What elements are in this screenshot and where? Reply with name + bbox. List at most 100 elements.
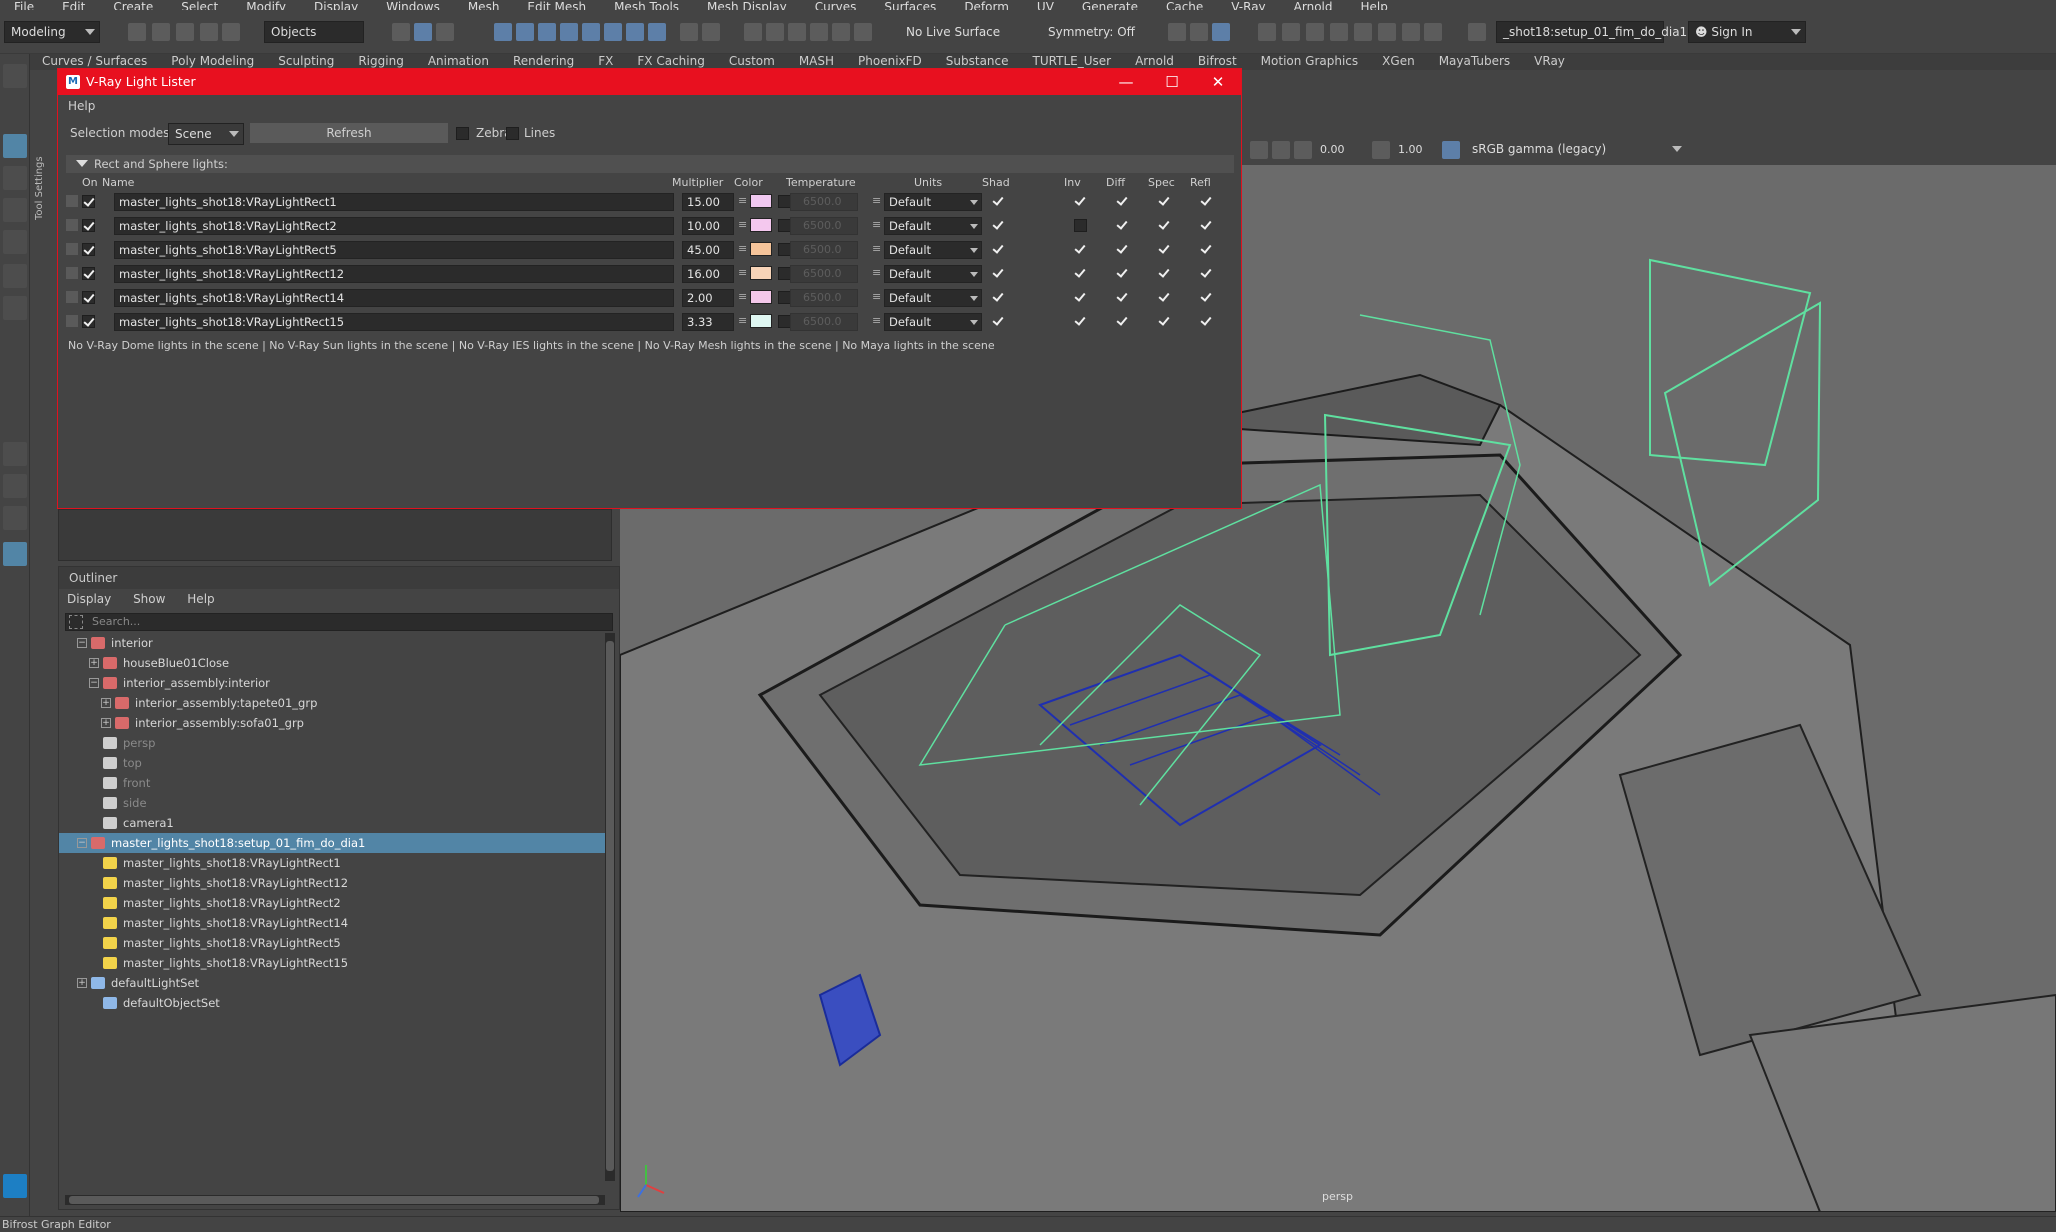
undo-icon[interactable] <box>200 23 218 41</box>
shelf-tab[interactable]: Custom <box>717 54 787 68</box>
refresh-button[interactable]: Refresh <box>250 123 448 143</box>
diffuse-checkbox[interactable] <box>1116 291 1129 304</box>
light-name-field[interactable]: master_lights_shot18:VRayLightRect14 <box>114 289 674 307</box>
shelf-tab[interactable]: Animation <box>416 54 501 68</box>
expand-toggle-icon[interactable]: − <box>77 838 87 848</box>
select-tool-icon[interactable] <box>3 134 27 158</box>
minimize-icon[interactable]: — <box>1103 69 1149 95</box>
menu-item[interactable]: Create <box>99 0 167 10</box>
outliner-vertical-scrollbar[interactable] <box>605 633 615 1181</box>
workspace-icon[interactable] <box>1468 23 1486 41</box>
menu-item[interactable]: Surfaces <box>870 0 950 10</box>
light-on-checkbox[interactable] <box>82 219 95 232</box>
objects-dropdown[interactable]: Objects <box>264 21 364 43</box>
diffuse-checkbox[interactable] <box>1116 195 1129 208</box>
shelf-tab[interactable]: Motion Graphics <box>1249 54 1371 68</box>
two-view-layout-icon[interactable] <box>3 506 27 530</box>
shelf-tab[interactable]: Curves / Surfaces <box>30 54 159 68</box>
diffuse-checkbox[interactable] <box>1116 219 1129 232</box>
light-multiplier-field[interactable]: 15.00 <box>682 193 734 211</box>
shelf-tab[interactable]: Sculpting <box>266 54 346 68</box>
expand-toggle-icon[interactable]: + <box>101 698 111 708</box>
outliner-item[interactable]: + houseBlue01Close <box>59 653 605 673</box>
menu-item[interactable]: Edit <box>48 0 99 10</box>
snap-projected-icon[interactable] <box>560 23 578 41</box>
menu-item[interactable]: Arnold <box>1280 0 1347 10</box>
symmetry-label[interactable]: Symmetry: Off <box>1048 25 1135 39</box>
light-color-swatch[interactable] <box>750 290 772 304</box>
shadow-checkbox[interactable] <box>992 219 1005 232</box>
outliner-item[interactable]: − master_lights_shot18:setup_01_fim_do_di… <box>59 833 605 853</box>
select-component-icon[interactable] <box>436 23 454 41</box>
menu-item[interactable]: Help <box>1347 0 1402 10</box>
outliner-menu-show[interactable]: Show <box>133 592 165 606</box>
outliner-item[interactable]: persp <box>59 733 605 753</box>
sidebar-toggle-icon[interactable] <box>1168 23 1186 41</box>
lister-menu-help[interactable]: Help <box>68 99 95 113</box>
outliner-search-input[interactable]: Search... <box>65 613 613 631</box>
bottom-status-bar[interactable]: Bifrost Graph Editor <box>0 1216 2056 1232</box>
invisible-checkbox[interactable] <box>1074 291 1087 304</box>
render-current-icon[interactable] <box>1282 23 1300 41</box>
light-temperature-field[interactable]: 6500.0 <box>790 313 858 331</box>
new-scene-icon[interactable] <box>128 23 146 41</box>
snap-plane-icon[interactable] <box>626 23 644 41</box>
light-temperature-field[interactable]: 6500.0 <box>790 193 858 211</box>
outliner-item[interactable]: + defaultLightSet <box>59 973 605 993</box>
reflection-checkbox[interactable] <box>1200 195 1213 208</box>
shelf-tab[interactable]: MayaTubers <box>1427 54 1522 68</box>
light-name-field[interactable]: master_lights_shot18:VRayLightRect2 <box>114 217 674 235</box>
pause-icon[interactable] <box>1424 23 1442 41</box>
light-on-checkbox[interactable] <box>82 291 95 304</box>
render-settings-icon[interactable] <box>854 23 872 41</box>
menu-item[interactable]: Edit Mesh <box>513 0 600 10</box>
shelf-tab[interactable]: PhoenixFD <box>846 54 934 68</box>
shelf-tab[interactable]: TURTLE_User <box>1021 54 1124 68</box>
light-temperature-field[interactable]: 6500.0 <box>790 217 858 235</box>
snap-surface-icon[interactable] <box>604 23 622 41</box>
tool-settings-icon[interactable] <box>1212 23 1230 41</box>
light-multiplier-field[interactable]: 16.00 <box>682 265 734 283</box>
construction-history-icon[interactable] <box>788 23 806 41</box>
outliner-item[interactable]: + interior_assembly:tapete01_grp <box>59 693 605 713</box>
menu-item[interactable]: Curves <box>801 0 871 10</box>
outliner-horizontal-scrollbar[interactable] <box>65 1195 605 1205</box>
hypershade-icon[interactable] <box>1330 23 1348 41</box>
tool-settings-label[interactable]: Tool Settings <box>34 130 48 220</box>
diffuse-checkbox[interactable] <box>1116 315 1129 328</box>
light-temperature-field[interactable]: 6500.0 <box>790 265 858 283</box>
shadow-checkbox[interactable] <box>992 243 1005 256</box>
outliner-light-item[interactable]: master_lights_shot18:VRayLightRect15 <box>59 953 605 973</box>
expand-toggle-icon[interactable]: − <box>89 678 99 688</box>
menu-item[interactable]: Generate <box>1068 0 1152 10</box>
lock-icon[interactable] <box>680 23 698 41</box>
invisible-checkbox[interactable] <box>1074 267 1087 280</box>
light-name-field[interactable]: master_lights_shot18:VRayLightRect5 <box>114 241 674 259</box>
snap-grid-icon[interactable] <box>494 23 512 41</box>
gamma-icon[interactable] <box>1372 141 1390 159</box>
scale-tool-icon[interactable] <box>3 296 27 320</box>
lasso-tool-icon[interactable] <box>3 166 27 190</box>
lister-titlebar[interactable]: M V-Ray Light Lister — ☐ ✕ <box>58 69 1241 95</box>
light-name-field[interactable]: master_lights_shot18:VRayLightRect12 <box>114 265 674 283</box>
specular-checkbox[interactable] <box>1158 243 1171 256</box>
render-view-icon[interactable] <box>1258 23 1276 41</box>
light-color-swatch[interactable] <box>750 314 772 328</box>
search-options-icon[interactable] <box>69 615 83 629</box>
four-view-layout-icon[interactable] <box>3 474 27 498</box>
menu-item[interactable]: Deform <box>950 0 1023 10</box>
scene-name-field[interactable]: _shot18:setup_01_fim_do_dia1 <box>1496 21 1687 43</box>
output-ops-icon[interactable] <box>766 23 784 41</box>
light-units-dropdown[interactable]: Default <box>884 217 982 235</box>
row-select-handle[interactable] <box>66 195 78 207</box>
light-color-swatch[interactable] <box>750 266 772 280</box>
light-multiplier-field[interactable]: 10.00 <box>682 217 734 235</box>
outliner-item[interactable]: + interior_assembly:sofa01_grp <box>59 713 605 733</box>
close-icon[interactable]: ✕ <box>1195 69 1241 95</box>
sign-in-button[interactable]: ☻ Sign In <box>1688 21 1806 43</box>
shelf-tab[interactable]: Rendering <box>501 54 586 68</box>
vray-render-icon[interactable] <box>1378 23 1396 41</box>
light-temperature-field[interactable]: 6500.0 <box>790 241 858 259</box>
shelf-tab[interactable]: Poly Modeling <box>159 54 266 68</box>
color-management-icon[interactable] <box>1442 141 1460 159</box>
